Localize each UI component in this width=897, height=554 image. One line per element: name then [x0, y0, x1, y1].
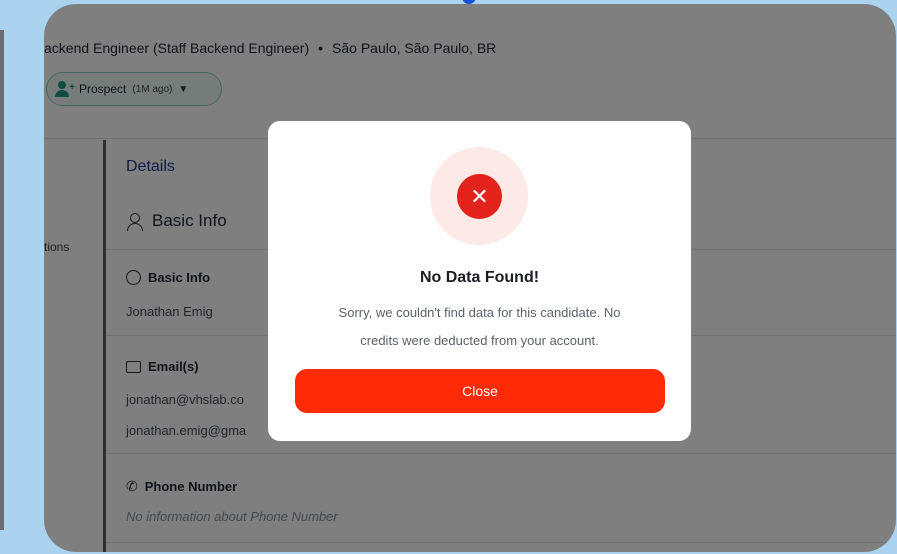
close-button[interactable]: Close — [295, 369, 665, 413]
no-data-dialog: ✕ No Data Found! Sorry, we couldn't find… — [268, 121, 691, 441]
dialog-message-line: Sorry, we couldn't find data for this ca… — [338, 305, 621, 320]
dialog-message-line: credits were deducted from your account. — [360, 333, 599, 348]
left-window-edge — [0, 30, 4, 530]
dialog-message: Sorry, we couldn't find data for this ca… — [298, 299, 661, 355]
dialog-title: No Data Found! — [419, 269, 540, 286]
left-background-strip — [0, 0, 44, 554]
error-x-icon: ✕ — [457, 174, 502, 219]
